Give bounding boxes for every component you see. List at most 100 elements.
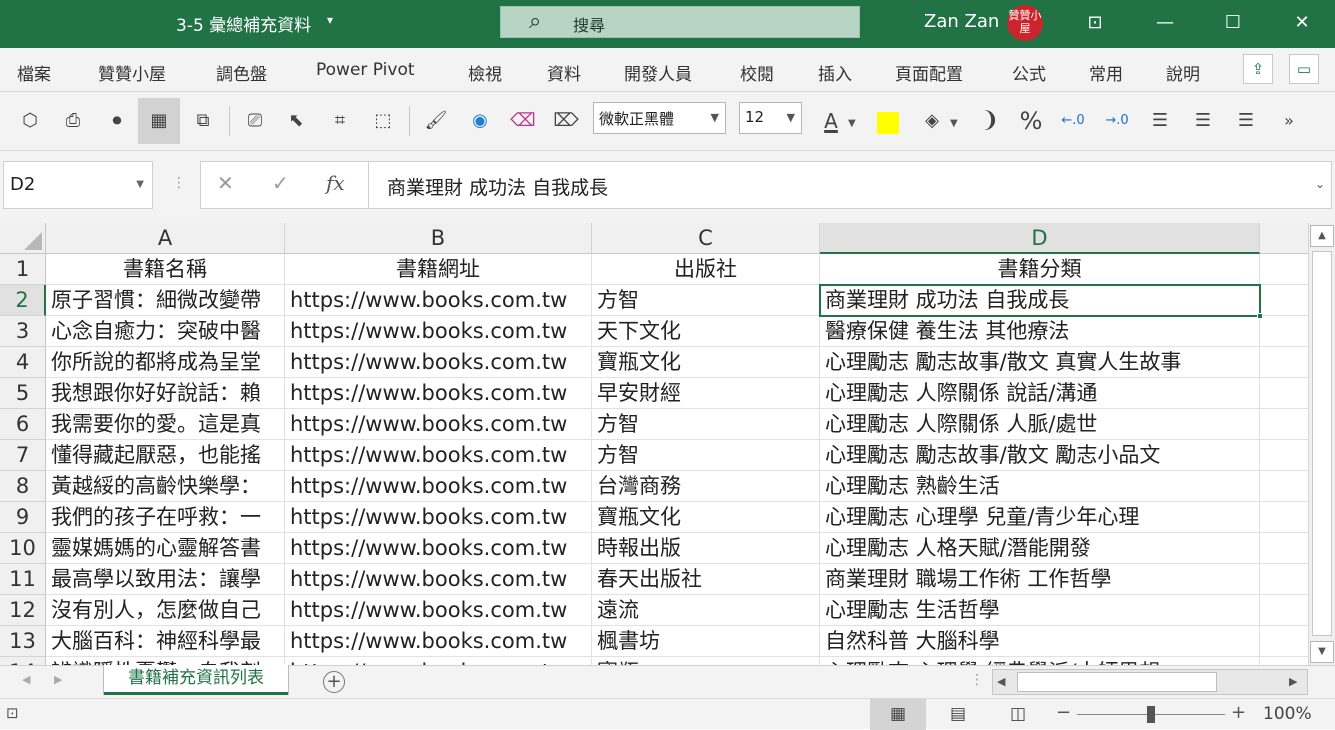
menu-page-layout[interactable]: 頁面配置 xyxy=(895,60,963,85)
enter-icon[interactable]: ✓ xyxy=(272,171,289,195)
row-header[interactable]: 2 xyxy=(0,285,46,316)
vertical-scroll-thumb[interactable] xyxy=(1312,251,1332,636)
scroll-left-icon[interactable]: ◀ xyxy=(997,675,1005,688)
vertical-scrollbar[interactable]: ▲ ▼ xyxy=(1308,223,1335,665)
row-header[interactable]: 9 xyxy=(0,502,46,533)
ribbon-display-icon[interactable]: ⊡ xyxy=(1080,8,1110,38)
search-box[interactable]: ⌕ 搜尋 xyxy=(500,6,860,38)
menu-review[interactable]: 校閱 xyxy=(740,60,774,85)
record-macro-icon[interactable]: ⏺ xyxy=(102,106,132,136)
highlight-color-swatch[interactable] xyxy=(877,112,899,134)
zoom-slider-thumb[interactable] xyxy=(1147,706,1155,723)
avatar[interactable]: 贊贊小屋 xyxy=(1007,5,1043,41)
table-cell[interactable]: 黃越綏的高齡快樂學： xyxy=(46,471,285,502)
table-cell[interactable]: 心理勵志 人際關係 人脈/處世 xyxy=(820,409,1260,440)
chevron-down-icon[interactable]: ▼ xyxy=(950,118,958,129)
table-cell[interactable]: https://www.books.com.tw xyxy=(285,347,592,378)
row-header[interactable]: 6 xyxy=(0,409,46,440)
page-layout-view-icon[interactable]: ▤ xyxy=(930,699,986,730)
table-cell[interactable]: 辨識隱性憂鬱：自我剖 xyxy=(46,657,285,665)
table-cell[interactable]: 自然科普 大腦科學 xyxy=(820,626,1260,657)
select-all-button[interactable] xyxy=(0,223,46,254)
table-cell[interactable]: 心理勵志 勵志故事/散文 勵志小品文 xyxy=(820,440,1260,471)
table-cell[interactable] xyxy=(1260,595,1308,626)
align-right-icon[interactable]: ☰ xyxy=(1231,106,1261,136)
title-dropdown-icon[interactable]: ▾ xyxy=(327,13,333,27)
table-cell[interactable]: 時報出版 xyxy=(592,533,820,564)
table-cell[interactable]: 心理勵志 熟齡生活 xyxy=(820,471,1260,502)
table-cell[interactable]: 我需要你的愛。這是真 xyxy=(46,409,285,440)
table-cell[interactable]: 心理勵志 勵志故事/散文 真實人生故事 xyxy=(820,347,1260,378)
zoom-in-button[interactable]: + xyxy=(1231,702,1246,723)
menu-insert[interactable]: 插入 xyxy=(818,60,852,85)
shape-circle-icon[interactable]: ◉ xyxy=(465,106,495,136)
table-cell[interactable]: 最高學以致用法：讓學 xyxy=(46,564,285,595)
select-pointer-icon[interactable]: ⬉ xyxy=(281,106,311,136)
table-cell[interactable]: 商業理財 職場工作術 工作哲學 xyxy=(820,564,1260,595)
header-cell[interactable]: 書籍分類 xyxy=(820,254,1260,285)
format-painter-icon[interactable]: 🖌 xyxy=(421,106,451,136)
percent-style-icon[interactable]: % xyxy=(1016,106,1046,136)
table-cell[interactable]: https://www.books.com.tw xyxy=(285,409,592,440)
table-cell[interactable]: 大腦百科：神經科學最 xyxy=(46,626,285,657)
increase-decimal-icon[interactable]: ←.0 xyxy=(1058,106,1088,136)
menu-formulas[interactable]: 公式 xyxy=(1012,60,1046,85)
comma-style-icon[interactable]: ❩ xyxy=(975,106,1005,136)
align-center-icon[interactable]: ☰ xyxy=(1188,106,1218,136)
tab-prev-icon[interactable]: ◀ xyxy=(22,673,30,686)
column-header-c[interactable]: C xyxy=(592,223,820,254)
font-color-icon[interactable]: A xyxy=(816,106,846,136)
formula-input[interactable]: 商業理財 成功法 自我成長 ⌄ xyxy=(368,161,1332,209)
font-size-dropdown[interactable]: 12 ▼ xyxy=(739,102,802,134)
table-cell[interactable]: 寶瓶 xyxy=(592,657,820,665)
table-cell[interactable] xyxy=(1260,440,1308,471)
zoom-level[interactable]: 100% xyxy=(1263,704,1312,724)
fill-handle[interactable] xyxy=(1257,313,1263,319)
row-header[interactable]: 14 xyxy=(0,657,46,665)
table-cell[interactable] xyxy=(1260,502,1308,533)
user-name[interactable]: Zan Zan xyxy=(924,11,999,32)
table-cell[interactable] xyxy=(1260,378,1308,409)
row-header[interactable]: 3 xyxy=(0,316,46,347)
clear-format-icon[interactable]: ⌦ xyxy=(551,106,581,136)
table-cell[interactable]: 天下文化 xyxy=(592,316,820,347)
table-cell[interactable]: 我們的孩子在呼救：一 xyxy=(46,502,285,533)
table-cell[interactable] xyxy=(1260,626,1308,657)
scroll-down-icon[interactable]: ▼ xyxy=(1310,641,1334,663)
table-cell[interactable]: 心理勵志 人格天賦/潛能開發 xyxy=(820,533,1260,564)
table-cell[interactable]: 方智 xyxy=(592,285,820,316)
header-cell[interactable] xyxy=(1260,254,1308,285)
table-cell[interactable] xyxy=(1260,657,1308,665)
column-header-a[interactable]: A xyxy=(46,223,285,254)
minimize-button[interactable]: — xyxy=(1150,8,1180,38)
tab-next-icon[interactable]: ▶ xyxy=(54,673,62,686)
crop-icon[interactable]: ⌗ xyxy=(325,106,355,136)
table-cell[interactable]: 靈媒媽媽的心靈解答書 xyxy=(46,533,285,564)
macro-recording-icon[interactable]: ⊡ xyxy=(6,704,19,722)
menu-palette[interactable]: 調色盤 xyxy=(216,60,267,85)
table-cell[interactable]: 方智 xyxy=(592,409,820,440)
table-cell[interactable] xyxy=(1260,409,1308,440)
eraser-icon[interactable]: ⌫ xyxy=(508,106,538,136)
screen-capture-icon[interactable]: ⎚ xyxy=(240,106,270,136)
chevron-down-icon[interactable]: ▼ xyxy=(848,118,856,129)
share-icon[interactable]: ⇪ xyxy=(1243,54,1273,84)
table-cell[interactable]: https://www.books.com.tw xyxy=(285,471,592,502)
row-header[interactable]: 5 xyxy=(0,378,46,409)
fill-color-icon[interactable]: ◈ xyxy=(917,106,947,136)
menu-home[interactable]: 常用 xyxy=(1089,60,1123,85)
scroll-up-icon[interactable]: ▲ xyxy=(1310,225,1334,247)
zoom-out-button[interactable]: − xyxy=(1056,702,1071,723)
row-header[interactable]: 13 xyxy=(0,626,46,657)
table-cell[interactable]: 春天出版社 xyxy=(592,564,820,595)
table-cell[interactable]: 楓書坊 xyxy=(592,626,820,657)
horizontal-scroll-thumb[interactable] xyxy=(1017,672,1217,692)
menu-power-pivot[interactable]: Power Pivot xyxy=(316,60,415,80)
table-cell[interactable]: 原子習慣：細微改變帶 xyxy=(46,285,285,316)
table-cell[interactable] xyxy=(1260,316,1308,347)
header-cell[interactable]: 出版社 xyxy=(592,254,820,285)
table-cell[interactable]: https://www.books.com.tw xyxy=(285,533,592,564)
chevron-down-icon[interactable]: ⌄ xyxy=(1315,177,1325,191)
table-cell[interactable] xyxy=(1260,285,1308,316)
row-header[interactable]: 1 xyxy=(0,254,46,285)
